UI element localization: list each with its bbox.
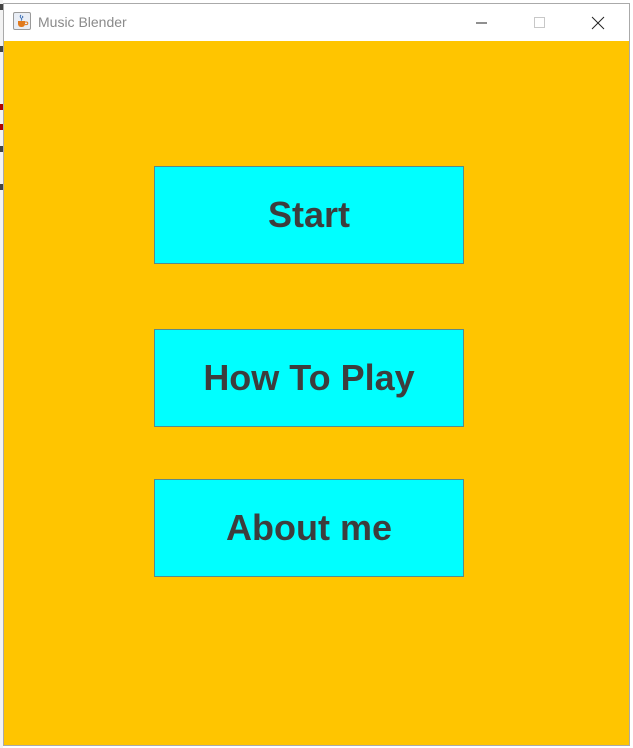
main-menu-panel: Start How To Play About me (4, 41, 629, 745)
start-button[interactable]: Start (154, 166, 464, 264)
minimize-button[interactable] (459, 4, 505, 41)
about-me-button[interactable]: About me (154, 479, 464, 577)
close-button[interactable] (575, 4, 621, 41)
window-title: Music Blender (38, 14, 127, 30)
java-coffee-icon[interactable] (13, 12, 31, 30)
maximize-icon (534, 16, 545, 28)
minimize-icon (476, 22, 487, 23)
maximize-button[interactable] (517, 4, 563, 41)
app-window: Music Blender Start How To Play About me (3, 3, 630, 746)
how-to-play-button[interactable]: How To Play (154, 329, 464, 427)
title-bar[interactable]: Music Blender (4, 4, 629, 41)
close-icon (591, 16, 605, 29)
